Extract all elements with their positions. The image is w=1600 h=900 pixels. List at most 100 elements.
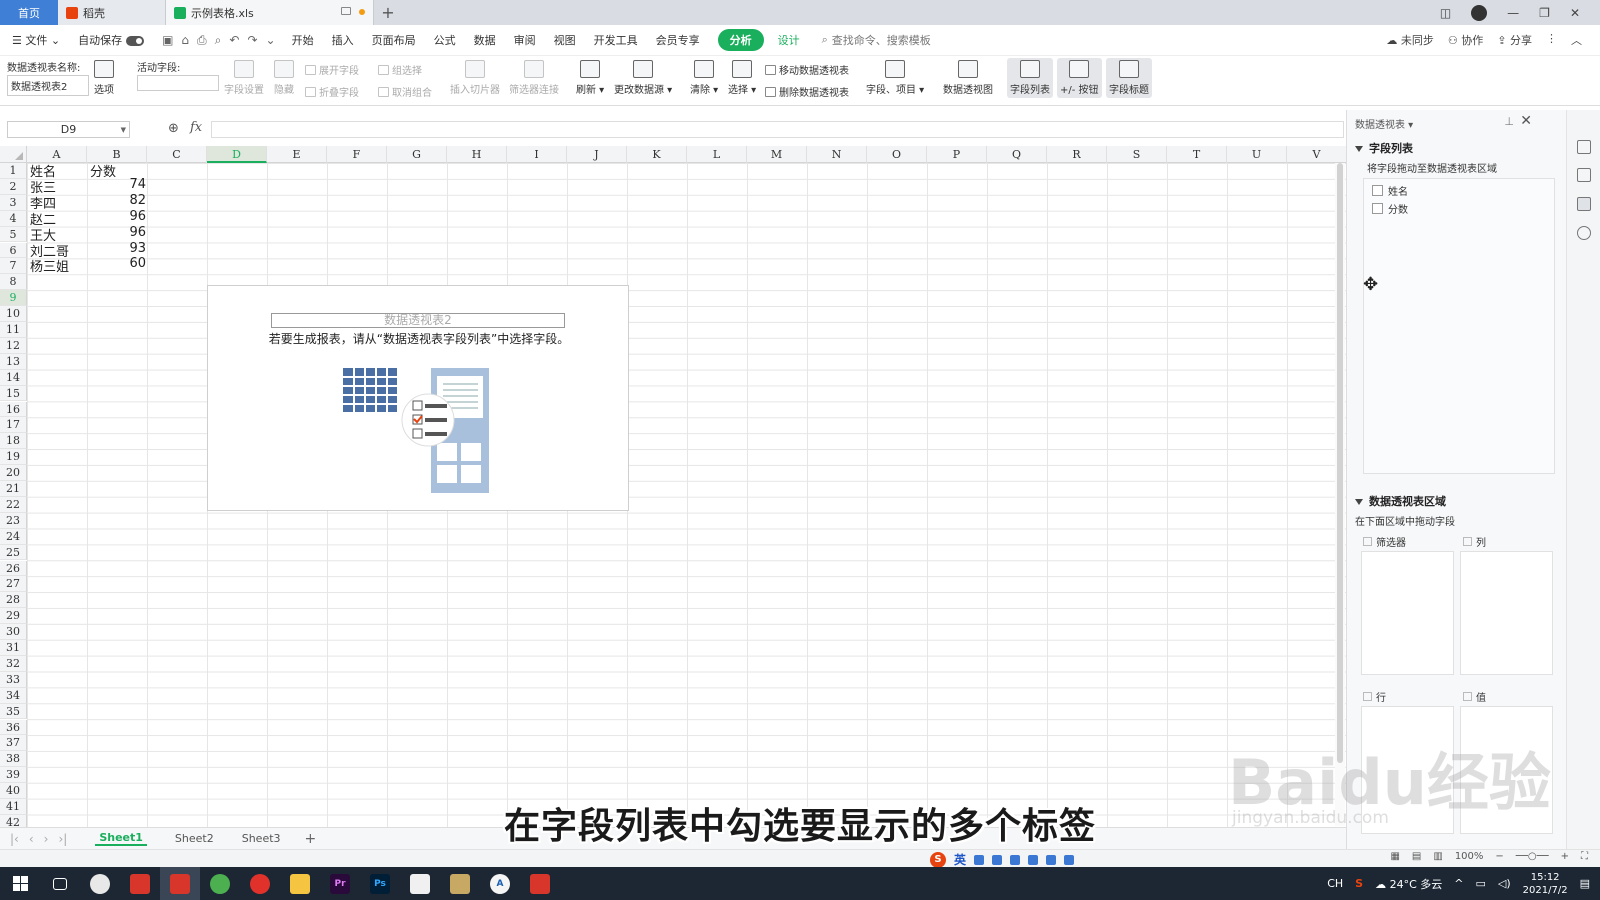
taskbar-app-12[interactable] <box>520 867 560 900</box>
network-icon[interactable]: ▭ <box>1476 877 1486 890</box>
grid-icon[interactable] <box>1064 854 1075 865</box>
tab-home[interactable]: 首页 <box>0 0 58 25</box>
zoom-level[interactable]: 100% <box>1455 851 1484 862</box>
cell-score[interactable]: 93 <box>90 241 146 256</box>
start-button[interactable] <box>0 876 40 891</box>
customize-icon[interactable]: ⌄ <box>266 33 276 48</box>
row-header[interactable]: 26 <box>0 560 27 577</box>
row-header[interactable]: 30 <box>0 624 27 640</box>
more-icon[interactable]: ⋮ <box>1546 32 1557 48</box>
ungroup-button[interactable]: 取消组合 <box>378 84 432 99</box>
column-header[interactable]: J <box>567 146 627 163</box>
taskbar-app-8[interactable]: Ps <box>360 867 400 900</box>
row-header[interactable]: 5 <box>0 226 27 243</box>
taskbar-app-11[interactable]: A <box>480 867 520 900</box>
cell-score[interactable]: 60 <box>90 256 146 271</box>
zoom-in-icon[interactable]: + <box>1561 851 1569 862</box>
row-header[interactable]: 6 <box>0 242 27 259</box>
row-header[interactable]: 22 <box>0 496 27 513</box>
close-icon[interactable]: ✕ <box>1570 6 1580 20</box>
redo-icon[interactable]: ↷ <box>247 33 257 48</box>
file-menu[interactable]: ☰ 文件 ⌄ <box>12 32 60 48</box>
tab-docer[interactable]: 稻壳 <box>58 0 166 25</box>
properties-icon[interactable] <box>1577 168 1591 182</box>
mic-icon[interactable] <box>1010 854 1021 865</box>
pivot-placeholder[interactable]: 数据透视表2 若要生成报表，请从“数据透视表字段列表”中选择字段。 <box>207 285 629 511</box>
monitor-icon[interactable] <box>341 7 351 15</box>
taskbar-app-7[interactable]: Pr <box>320 867 360 900</box>
scroll-thumb[interactable] <box>1337 163 1343 763</box>
menu-page-layout[interactable]: 页面布局 <box>372 32 416 48</box>
column-header[interactable]: V <box>1287 146 1346 163</box>
row-header[interactable]: 33 <box>0 671 27 688</box>
row-header[interactable]: 20 <box>0 465 27 481</box>
row-header[interactable]: 17 <box>0 417 27 434</box>
restore-icon[interactable]: ❐ <box>1539 6 1550 20</box>
row-header[interactable]: 18 <box>0 433 27 450</box>
menu-data[interactable]: 数据 <box>474 32 496 48</box>
field-headers-button[interactable]: 字段标题 <box>1106 58 1152 98</box>
column-header[interactable]: F <box>327 146 387 163</box>
taskbar-app-10[interactable] <box>440 867 480 900</box>
fullscreen-icon[interactable]: ⛶ <box>1581 851 1588 862</box>
sogou-tray-icon[interactable]: S <box>1355 877 1363 890</box>
columns-drop-area[interactable] <box>1460 551 1553 675</box>
row-header[interactable]: 29 <box>0 608 27 625</box>
refresh-button[interactable]: 刷新 ▾ <box>576 60 604 96</box>
column-header[interactable]: C <box>147 146 207 163</box>
close-icon[interactable]: ✕ <box>1520 113 1532 129</box>
clear-button[interactable]: 清除 ▾ <box>690 60 718 96</box>
punct-icon[interactable] <box>974 854 985 865</box>
panel-title[interactable]: 数据透视表 ▾ <box>1355 116 1413 131</box>
menu-view[interactable]: 视图 <box>554 32 576 48</box>
expand-field-button[interactable]: 展开字段 <box>305 62 359 77</box>
column-header[interactable]: L <box>687 146 747 163</box>
ime-language[interactable]: 英 <box>954 851 966 868</box>
row-header[interactable]: 4 <box>0 210 27 227</box>
menu-developer[interactable]: 开发工具 <box>594 32 638 48</box>
zoom-slider[interactable]: ──○── <box>1516 851 1549 862</box>
active-field-input[interactable] <box>137 75 219 91</box>
field-settings-button[interactable]: 字段设置 <box>224 60 264 96</box>
sogou-icon[interactable]: S <box>930 851 946 868</box>
column-header[interactable]: R <box>1047 146 1107 163</box>
taskbar-app-5[interactable] <box>240 867 280 900</box>
select-all-corner[interactable] <box>0 146 27 163</box>
help-icon[interactable] <box>1577 226 1591 240</box>
cell-name[interactable]: 杨三姐 <box>30 256 69 275</box>
row-header[interactable]: 16 <box>0 401 27 418</box>
checkbox[interactable] <box>1372 203 1383 214</box>
page-layout-icon[interactable]: ▤ <box>1412 851 1421 862</box>
keyboard-icon[interactable] <box>1028 854 1039 865</box>
task-view-button[interactable] <box>40 867 80 900</box>
row-header[interactable]: 7 <box>0 258 27 275</box>
row-header[interactable]: 14 <box>0 369 27 386</box>
column-header[interactable]: G <box>387 146 447 163</box>
move-pivot-button[interactable]: 移动数据透视表 <box>765 62 849 77</box>
row-header[interactable]: 37 <box>0 735 27 752</box>
normal-view-icon[interactable]: ▦ <box>1390 851 1399 862</box>
undo-icon[interactable]: ↶ <box>229 33 239 48</box>
tab-workbook[interactable]: 示例表格.xls <box>166 0 374 25</box>
column-header[interactable]: U <box>1227 146 1287 163</box>
menu-member[interactable]: 会员专享 <box>656 32 700 48</box>
row-header[interactable]: 21 <box>0 481 27 497</box>
pointer-icon[interactable] <box>1577 140 1591 154</box>
cell-score[interactable]: 74 <box>90 177 146 192</box>
cell-score[interactable]: 96 <box>90 225 146 240</box>
pivot-panel-icon[interactable] <box>1577 197 1591 211</box>
tray-expand-icon[interactable]: ^ <box>1454 877 1463 890</box>
cell-score[interactable]: 82 <box>90 193 146 208</box>
column-header[interactable]: M <box>747 146 807 163</box>
input-lang[interactable]: CH <box>1327 877 1343 890</box>
row-header[interactable]: 2 <box>0 178 27 195</box>
minimize-icon[interactable]: — <box>1507 6 1519 20</box>
areas-section[interactable]: 数据透视表区域 <box>1355 493 1446 509</box>
row-header[interactable]: 15 <box>0 385 27 402</box>
column-header[interactable]: T <box>1167 146 1227 163</box>
collapse-field-button[interactable]: 折叠字段 <box>305 84 359 99</box>
row-header[interactable]: 34 <box>0 687 27 704</box>
row-header[interactable]: 10 <box>0 306 27 322</box>
column-header[interactable]: E <box>267 146 327 163</box>
taskbar-app-1[interactable] <box>80 867 120 900</box>
